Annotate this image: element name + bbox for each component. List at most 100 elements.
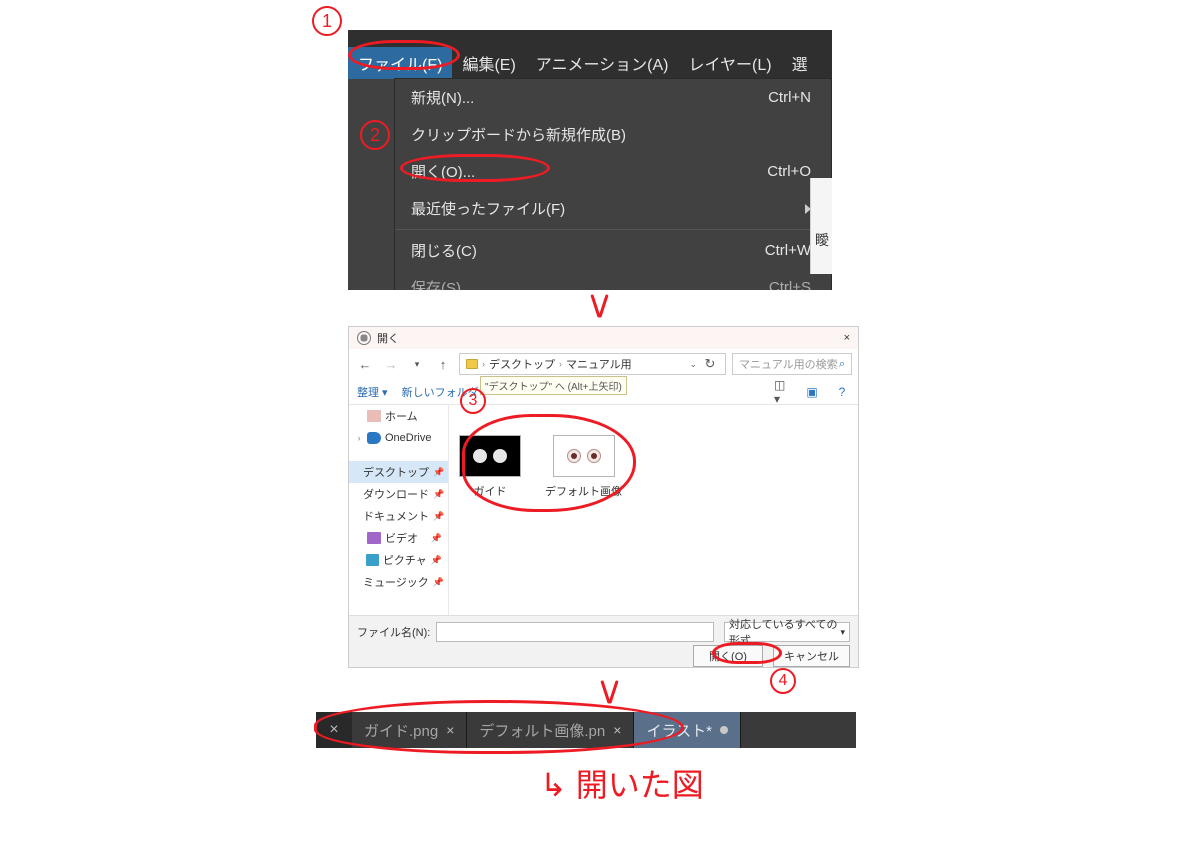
nav-item-home[interactable]: ホーム	[349, 405, 448, 427]
close-icon[interactable]: ×	[844, 332, 850, 344]
filetype-combo[interactable]: 対応しているすべての形式 ▾	[724, 622, 850, 642]
nav-item-desktop[interactable]: デスクトップ 📌	[349, 461, 448, 483]
app-icon	[357, 331, 371, 345]
pin-icon: 📌	[433, 577, 444, 588]
annotation-arrow-1	[588, 294, 612, 322]
nav-label: デスクトップ	[363, 464, 429, 480]
filename-input[interactable]	[436, 622, 714, 642]
nav-recent-dropdown[interactable]: ▾	[407, 354, 427, 374]
menu-item-label: 開く(O)...	[411, 161, 475, 182]
menu-item-shortcut: Ctrl+W	[765, 242, 811, 259]
tree-caret-icon: ›	[355, 433, 363, 443]
file-list[interactable]: ガイド デフォルト画像	[449, 405, 858, 615]
thumbnail	[459, 435, 521, 477]
menu-item-save[interactable]: 保存(S) Ctrl+S	[395, 269, 831, 290]
breadcrumb-part[interactable]: マニュアル用	[566, 356, 632, 372]
search-box[interactable]: マニュアル用の検索 ⌕	[732, 353, 852, 375]
menu-item-label: 新規(N)...	[411, 87, 474, 108]
pin-icon: 📌	[431, 555, 442, 566]
menu-item-shortcut: Ctrl+N	[768, 89, 811, 106]
thumbnail	[553, 435, 615, 477]
pin-icon: 📌	[433, 467, 444, 478]
thumb-dot-icon	[493, 449, 507, 463]
menu-item-new[interactable]: 新規(N)... Ctrl+N	[395, 79, 831, 116]
nav-pane: ホーム › OneDrive デスクトップ 📌 ダウンロード 📌	[349, 405, 449, 615]
file-item-guide[interactable]: ガイド	[459, 435, 521, 499]
pin-icon: 📌	[431, 533, 442, 544]
close-icon[interactable]: ×	[446, 722, 454, 738]
document-tabstrip: × ガイド.png × デフォルト画像.pn × イラスト*	[316, 712, 856, 748]
tab-guide[interactable]: ガイド.png ×	[352, 712, 467, 748]
annotation-step-4: 4	[770, 668, 796, 694]
menu-item-open[interactable]: 開く(O)... Ctrl+O	[395, 153, 831, 190]
nav-item-documents[interactable]: ドキュメント 📌	[349, 505, 448, 527]
chevron-down-icon: ▾	[840, 627, 845, 638]
breadcrumb-part[interactable]: デスクトップ	[489, 356, 555, 372]
file-open-dialog: 開く × ← → ▾ ↑ › デスクトップ › マニュアル用 ⌄ ↻ "デスクト…	[348, 326, 859, 668]
menubar-item-more[interactable]: 選	[782, 47, 818, 79]
nav-item-music[interactable]: ミュージック 📌	[349, 571, 448, 593]
nav-forward-button[interactable]: →	[381, 354, 401, 374]
menu-item-close[interactable]: 閉じる(C) Ctrl+W	[395, 232, 831, 269]
nav-up-button[interactable]: ↑	[433, 354, 453, 374]
refresh-icon[interactable]: ↻	[701, 354, 719, 374]
up-tooltip: "デスクトップ" へ (Alt+上矢印)	[480, 376, 627, 395]
right-panel-strip: 瞹	[810, 178, 832, 274]
menu-item-label: クリップボードから新規作成(B)	[411, 124, 626, 145]
video-icon	[367, 532, 381, 544]
folder-icon	[466, 359, 478, 369]
search-placeholder: マニュアル用の検索	[739, 356, 838, 372]
menu-item-label: 最近使ったファイル(F)	[411, 198, 565, 219]
nav-item-downloads[interactable]: ダウンロード 📌	[349, 483, 448, 505]
dialog-footer: ファイル名(N): 対応しているすべての形式 ▾ 開く(O) キャンセル	[349, 615, 858, 667]
address-bar[interactable]: › デスクトップ › マニュアル用 ⌄ ↻ "デスクトップ" へ (Alt+上矢…	[459, 353, 726, 375]
nav-item-pictures[interactable]: ピクチャ 📌	[349, 549, 448, 571]
thumb-eye-icon	[567, 449, 581, 463]
unsaved-dot-icon	[720, 726, 728, 734]
cancel-button[interactable]: キャンセル	[773, 645, 850, 667]
annotation-caption: ↳ 開いた図	[540, 760, 704, 806]
nav-label: ミュージック	[363, 574, 429, 590]
menu-item-new-from-clipboard[interactable]: クリップボードから新規作成(B)	[395, 116, 831, 153]
filename-label: ファイル名(N):	[357, 624, 430, 640]
close-icon[interactable]: ×	[613, 722, 621, 738]
right-panel-char: 瞹	[815, 230, 829, 250]
menubar-item-layer[interactable]: レイヤー(L)	[678, 47, 781, 79]
dialog-title: 開く	[377, 330, 399, 346]
view-mode-icon[interactable]: ◫ ▾	[774, 384, 790, 400]
annotation-step-1: 1	[312, 6, 342, 36]
home-icon	[367, 410, 381, 422]
menu-item-shortcut: Ctrl+O	[767, 163, 811, 180]
nav-item-videos[interactable]: ビデオ 📌	[349, 527, 448, 549]
dialog-titlebar: 開く ×	[349, 327, 858, 349]
menubar: ファイル(F) 編集(E) アニメーション(A) レイヤー(L) 選	[348, 48, 832, 78]
thumb-eye-icon	[587, 449, 601, 463]
preview-pane-icon[interactable]: ▣	[804, 384, 820, 400]
thumb-dot-icon	[473, 449, 487, 463]
nav-back-button[interactable]: ←	[355, 354, 375, 374]
tab-default-image[interactable]: デフォルト画像.pn ×	[467, 712, 634, 748]
organize-button[interactable]: 整理 ▾	[357, 384, 388, 400]
tabstrip-spacer	[741, 712, 856, 748]
cloud-icon	[367, 432, 381, 444]
breadcrumb-sep-icon: ›	[559, 359, 562, 369]
nav-label: ビデオ	[385, 530, 418, 546]
menubar-item-edit[interactable]: 編集(E)	[452, 47, 525, 79]
titlebar-strip	[348, 30, 832, 48]
help-icon[interactable]: ?	[834, 384, 850, 400]
menu-item-recent-files[interactable]: 最近使ったファイル(F)	[395, 190, 831, 227]
chevron-down-icon[interactable]: ⌄	[689, 359, 697, 370]
tab-illustration[interactable]: イラスト*	[634, 712, 741, 748]
tab-close-current-icon[interactable]: ×	[316, 712, 352, 748]
nav-item-onedrive[interactable]: › OneDrive	[349, 427, 448, 449]
menubar-item-file[interactable]: ファイル(F)	[348, 47, 452, 79]
menubar-item-anim[interactable]: アニメーション(A)	[526, 47, 679, 79]
annotation-arrow-2	[598, 680, 622, 708]
pin-icon: 📌	[433, 511, 444, 522]
file-dropdown: 新規(N)... Ctrl+N クリップボードから新規作成(B) 開く(O)..…	[394, 78, 832, 290]
open-button[interactable]: 開く(O)	[693, 645, 763, 667]
search-icon: ⌕	[839, 358, 845, 371]
pin-icon: 📌	[433, 489, 444, 500]
new-folder-button[interactable]: 新しいフォルダー	[402, 384, 490, 400]
file-item-default-image[interactable]: デフォルト画像	[545, 435, 622, 499]
